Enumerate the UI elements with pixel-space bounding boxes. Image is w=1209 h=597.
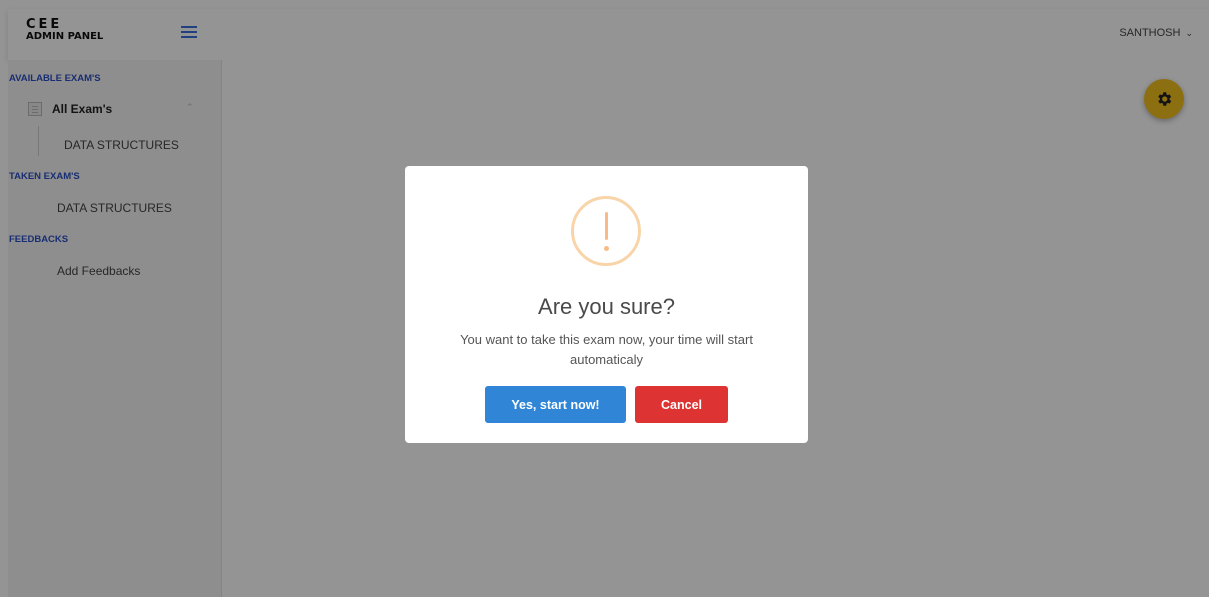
warning-icon <box>571 196 641 266</box>
start-exam-button[interactable]: Yes, start now! <box>485 386 626 423</box>
dialog-message: You want to take this exam now, your tim… <box>460 332 753 367</box>
confirm-dialog: Are you sure? You want to take this exam… <box>405 166 808 443</box>
cancel-button[interactable]: Cancel <box>635 386 728 423</box>
dialog-title: Are you sure? <box>538 294 675 319</box>
app-root: CEE ADMIN PANEL SANTHOSH ⌄ AVAILABLE EXAM… <box>0 0 1209 597</box>
